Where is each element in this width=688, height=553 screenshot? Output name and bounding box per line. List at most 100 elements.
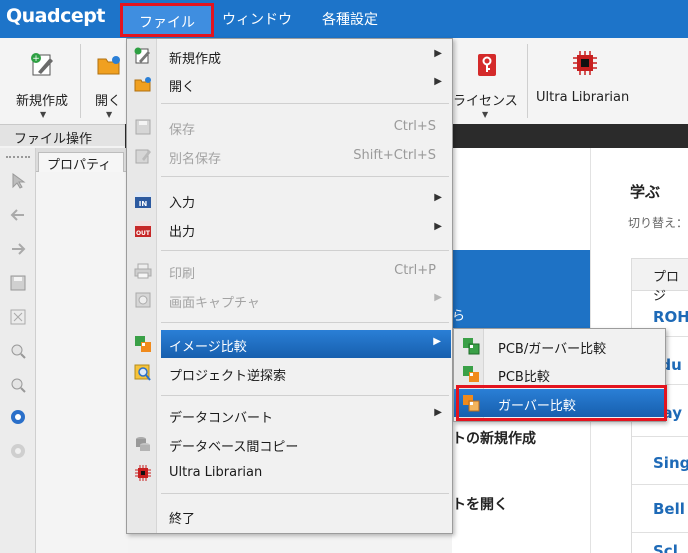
property-tabbar: プロパティ (36, 148, 128, 173)
database-copy-icon (136, 437, 150, 451)
menu-separator (161, 250, 449, 251)
select-cursor-icon[interactable] (9, 172, 27, 190)
ultra-librarian-button[interactable]: Ultra Librarian (534, 38, 644, 124)
menu-item-label: Ultra Librarian (169, 465, 263, 480)
menu-item-label: 終了 (169, 512, 196, 527)
menu-item-export[interactable]: OUT 出力 ▶ (127, 215, 452, 243)
license-button[interactable]: ライセンス ▼ (453, 38, 523, 124)
print-icon (134, 263, 152, 279)
gear-icon[interactable] (9, 442, 27, 460)
property-panel (36, 172, 128, 553)
menu-separator (161, 493, 449, 494)
new-project-button[interactable]: + 新規作成 ▼ (8, 38, 78, 124)
learn-title: 学ぶ (630, 183, 661, 201)
submenu-arrow-icon: ▶ (434, 292, 442, 303)
menu-item-label: データコンバート (169, 411, 274, 426)
menu-item-reverse-search[interactable]: プロジェクト逆探索 (127, 359, 452, 387)
save-icon[interactable] (9, 274, 27, 292)
toolbar-grip[interactable] (6, 156, 30, 160)
menu-item-label: イメージ比較 (169, 340, 247, 355)
settings-gear-icon[interactable] (9, 408, 27, 426)
ultra-librarian-icon (135, 465, 151, 481)
menu-item-label: 入力 (169, 196, 196, 211)
menu-item-label: 印刷 (169, 267, 196, 282)
ribbon-group-file-ops: ファイル操作 (0, 124, 125, 147)
learn-link[interactable]: ROH (653, 308, 688, 326)
fit-view-icon[interactable] (9, 308, 27, 326)
menu-window[interactable]: ウィンドウ (222, 9, 292, 29)
compare-pcb-gerber-icon (463, 338, 480, 355)
menu-item-database-copy[interactable]: データベース間コピー (127, 430, 452, 458)
open-label: 開く (95, 94, 122, 109)
menu-separator (161, 103, 449, 104)
menu-item-label: 保存 (169, 123, 196, 138)
arrow-right-icon[interactable] (9, 240, 27, 258)
menu-item-shortcut: Ctrl+S (393, 119, 436, 134)
menu-item-print[interactable]: 印刷 Ctrl+P (127, 257, 452, 285)
tab-properties[interactable]: プロパティ (38, 152, 124, 173)
menu-item-new[interactable]: 新規作成 ▶ (127, 42, 452, 70)
callout-highlight-box (456, 385, 667, 421)
chevron-down-icon: ▼ (106, 110, 113, 119)
menu-item-save[interactable]: 保存 Ctrl+S (127, 113, 452, 141)
menu-item-label: PCB/ガーバー比較 (498, 342, 607, 357)
menu-item-shortcut: Ctrl+P (394, 263, 436, 278)
submenu-arrow-icon: ▶ (434, 192, 442, 203)
menu-item-label: 新規作成 (169, 52, 222, 67)
ribbon-divider (527, 44, 528, 118)
arrow-left-icon[interactable] (9, 206, 27, 224)
submenu-item-pcb-compare[interactable]: PCB比較 (454, 360, 665, 388)
svg-text:+: + (32, 54, 40, 64)
start-banner-text: ら (452, 309, 466, 324)
open-project-link[interactable]: トを開く (452, 494, 508, 514)
learn-link[interactable]: Scl (653, 542, 678, 553)
menu-settings[interactable]: 各種設定 (322, 9, 378, 29)
menu-item-ultra-librarian[interactable]: Ultra Librarian (127, 459, 452, 487)
save-as-icon (135, 149, 151, 164)
menu-item-import[interactable]: IN 入力 ▶ (127, 186, 452, 214)
svg-text:IN: IN (139, 200, 148, 208)
left-toolbar (0, 148, 36, 553)
svg-text:OUT: OUT (136, 230, 151, 237)
menu-item-open[interactable]: 開く ▶ (127, 70, 452, 98)
learn-switch-label: 切り替え： (628, 216, 688, 230)
zoom-out-icon[interactable] (9, 376, 27, 394)
submenu-arrow-icon: ▶ (434, 76, 442, 87)
chevron-down-icon: ▼ (482, 110, 489, 119)
menu-item-capture[interactable]: 画面キャプチャ ▶ (127, 286, 452, 314)
menu-item-data-convert[interactable]: データコンバート ▶ (127, 401, 452, 429)
app-logo: Quadcept (6, 5, 105, 27)
new-document-icon: + (31, 53, 53, 76)
menu-item-exit[interactable]: 終了 (127, 502, 452, 530)
menu-item-image-compare[interactable]: イメージ比較 ▶ (161, 330, 451, 358)
menu-item-label: 開く (169, 80, 196, 95)
menu-item-label: プロジェクト逆探索 (169, 369, 287, 384)
reverse-search-icon (134, 364, 151, 381)
compare-pcb-icon (463, 366, 479, 382)
menu-item-label: PCB比較 (498, 370, 550, 385)
new-project-link[interactable]: トの新規作成 (452, 428, 536, 448)
open-folder-icon (134, 77, 151, 92)
learn-list-header-text: プロジ (653, 270, 680, 304)
ribbon-divider (80, 44, 81, 118)
learn-divider (632, 436, 688, 437)
learn-divider (632, 484, 688, 485)
zoom-in-icon[interactable] (9, 342, 27, 360)
menu-item-label: データベース間コピー (169, 440, 299, 455)
learn-link[interactable]: Sing (653, 454, 688, 472)
new-document-icon (134, 47, 150, 64)
open-button[interactable]: 開く ▼ (88, 38, 128, 124)
menu-item-save-as[interactable]: 別名保存 Shift+Ctrl+S (127, 142, 452, 170)
ultra-librarian-label: Ultra Librarian (536, 90, 630, 105)
learn-link[interactable]: Bell (653, 500, 685, 518)
ultra-librarian-icon (573, 51, 597, 75)
menu-separator (161, 395, 449, 396)
license-key-icon (478, 54, 496, 76)
menu-separator (161, 322, 449, 323)
submenu-arrow-icon: ▶ (434, 48, 442, 59)
menu-item-label: 別名保存 (169, 152, 222, 167)
submenu-item-pcb-gerber-compare[interactable]: PCB/ガーバー比較 (454, 332, 665, 360)
menu-separator (161, 176, 449, 177)
menu-file[interactable]: ファイル (120, 3, 214, 37)
submenu-arrow-icon: ▶ (434, 407, 442, 418)
